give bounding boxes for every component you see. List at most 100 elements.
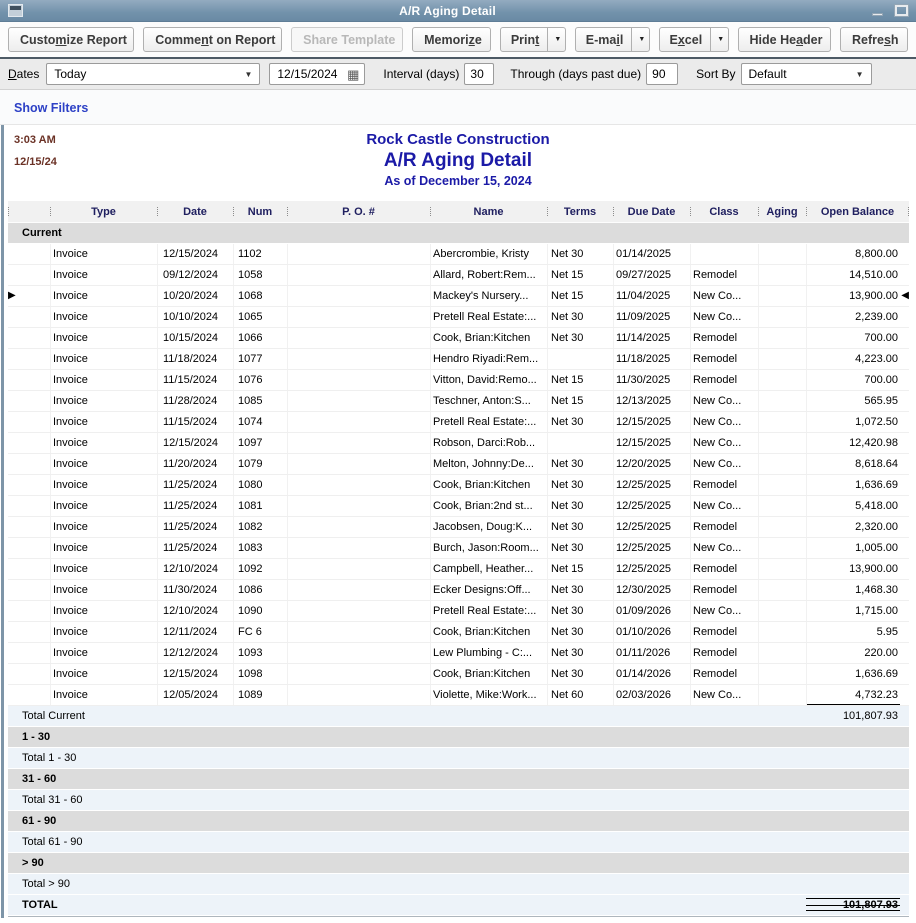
column-header-type[interactable]: Type <box>50 201 157 222</box>
table-row[interactable]: Invoice11/25/20241083Burch, Jason:Room..… <box>8 538 909 559</box>
table-row[interactable]: Invoice12/12/20241093Lew Plumbing - C:..… <box>8 643 909 664</box>
print-button[interactable]: Print▼ <box>500 27 566 52</box>
table-row[interactable]: Invoice10/15/20241066Cook, Brian:Kitchen… <box>8 328 909 349</box>
table-row[interactable]: Invoice11/25/20241082Jacobsen, Doug:K...… <box>8 517 909 538</box>
table-row[interactable]: Invoice09/12/20241058Allard, Robert:Rem.… <box>8 265 909 286</box>
cell-class: Remodel <box>690 475 758 495</box>
section-total-row[interactable]: Total 61 - 90 <box>8 832 909 853</box>
comment-on-report-button-label: Comment on Report <box>144 28 282 51</box>
chevron-down-icon[interactable]: ▼ <box>547 28 565 51</box>
selected-row-pointer-icon: ▶ <box>8 291 16 301</box>
cell-terms: Net 30 <box>547 244 613 264</box>
interval-days-value: 30 <box>470 67 483 81</box>
cell-type: Invoice <box>50 433 157 453</box>
cell-name: Cook, Brian:Kitchen <box>430 664 547 684</box>
cell-name: Robson, Darci:Rob... <box>430 433 547 453</box>
cell-name: Cook, Brian:Kitchen <box>430 622 547 642</box>
cell-terms: Net 30 <box>547 664 613 684</box>
dates-range-dropdown[interactable]: Today ▼ <box>46 63 260 85</box>
customize-report-button[interactable]: Customize Report <box>8 27 134 52</box>
table-row[interactable]: Invoice11/25/20241081Cook, Brian:2nd st.… <box>8 496 909 517</box>
hide-header-button[interactable]: Hide Header <box>738 27 831 52</box>
cell-type: Invoice <box>50 307 157 327</box>
table-row[interactable]: Invoice12/15/20241102Abercrombie, Kristy… <box>8 244 909 265</box>
table-row[interactable]: Invoice11/28/20241085Teschner, Anton:S..… <box>8 391 909 412</box>
through-days-field[interactable]: 90 <box>646 63 678 85</box>
minimize-icon[interactable] <box>872 13 883 16</box>
column-header-terms[interactable]: Terms <box>547 201 613 222</box>
section-total-row[interactable]: Total Current101,807.93 <box>8 706 909 727</box>
memorize-button[interactable]: Memorize <box>412 27 491 52</box>
cell-class: Remodel <box>690 643 758 663</box>
section-total-row[interactable]: Total 31 - 60 <box>8 790 909 811</box>
show-filters-link[interactable]: Show Filters <box>14 101 88 115</box>
interval-days-field[interactable]: 30 <box>464 63 494 85</box>
table-row[interactable]: Invoice11/25/20241080Cook, Brian:Kitchen… <box>8 475 909 496</box>
cell-class: New Co... <box>690 538 758 558</box>
cell-indent <box>8 328 50 348</box>
email-button-label: E-mail <box>576 28 632 51</box>
cell-terms: Net 15 <box>547 370 613 390</box>
calendar-icon[interactable]: ▦ <box>347 68 359 81</box>
table-row[interactable]: Invoice12/10/20241090Pretell Real Estate… <box>8 601 909 622</box>
cell-indent <box>8 622 50 642</box>
table-row[interactable]: Invoice12/11/2024FC 6Cook, Brian:Kitchen… <box>8 622 909 643</box>
cell-num: 1098 <box>233 664 287 684</box>
table-row[interactable]: Invoice11/20/20241079Melton, Johnny:De..… <box>8 454 909 475</box>
cell-balance: 700.00 <box>806 328 909 348</box>
window-menu-icon[interactable] <box>8 4 23 17</box>
column-header-date[interactable]: Date <box>157 201 233 222</box>
maximize-icon[interactable] <box>895 5 908 16</box>
column-header-name[interactable]: Name <box>430 201 547 222</box>
cell-due: 12/30/2025 <box>613 580 690 600</box>
table-row[interactable]: Invoice12/10/20241092Campbell, Heather..… <box>8 559 909 580</box>
table-row[interactable]: Invoice10/20/20241068Mackey's Nursery...… <box>8 286 909 307</box>
column-header-po[interactable]: P. O. # <box>287 201 430 222</box>
cell-num: 1065 <box>233 307 287 327</box>
column-header-aging[interactable]: Aging <box>758 201 806 222</box>
section-total-row[interactable]: Total > 90 <box>8 874 909 895</box>
cell-due: 01/09/2026 <box>613 601 690 621</box>
excel-button[interactable]: Excel▼ <box>659 27 729 52</box>
report-date-field[interactable]: 12/15/2024 ▦ <box>269 63 365 85</box>
table-row[interactable]: Invoice11/18/20241077Hendro Riyadi:Rem..… <box>8 349 909 370</box>
table-row[interactable]: Invoice12/15/20241098Cook, Brian:Kitchen… <box>8 664 909 685</box>
email-button[interactable]: E-mail▼ <box>575 27 650 52</box>
cell-date: 11/15/2024 <box>157 412 233 432</box>
cell-indent <box>8 244 50 264</box>
cell-class: New Co... <box>690 307 758 327</box>
cell-aging <box>758 391 806 411</box>
cell-terms: Net 30 <box>547 601 613 621</box>
table-row[interactable]: Invoice12/15/20241097Robson, Darci:Rob..… <box>8 433 909 454</box>
table-row[interactable]: Invoice11/30/20241086Ecker Designs:Off..… <box>8 580 909 601</box>
chevron-down-icon: ▼ <box>856 70 864 79</box>
cell-po <box>287 685 430 705</box>
cell-aging <box>758 265 806 285</box>
cell-po <box>287 601 430 621</box>
report-date-value: 12/15/2024 <box>277 67 337 81</box>
sortby-dropdown[interactable]: Default ▼ <box>741 63 872 85</box>
table-row[interactable]: Invoice11/15/20241076Vitton, David:Remo.… <box>8 370 909 391</box>
column-header-num[interactable]: Num <box>233 201 287 222</box>
chevron-down-icon[interactable]: ▼ <box>631 28 649 51</box>
table-row[interactable]: Invoice12/05/20241089Violette, Mike:Work… <box>8 685 909 706</box>
cell-num: 1102 <box>233 244 287 264</box>
cell-due: 01/14/2026 <box>613 664 690 684</box>
chevron-down-icon[interactable]: ▼ <box>710 28 728 51</box>
table-row[interactable]: Invoice10/10/20241065Pretell Real Estate… <box>8 307 909 328</box>
cell-name: Hendro Riyadi:Rem... <box>430 349 547 369</box>
refresh-button[interactable]: Refresh <box>840 27 908 52</box>
cell-num: 1066 <box>233 328 287 348</box>
column-header-class[interactable]: Class <box>690 201 758 222</box>
table-row[interactable]: Invoice11/15/20241074Pretell Real Estate… <box>8 412 909 433</box>
cell-type: Invoice <box>50 517 157 537</box>
cell-po <box>287 538 430 558</box>
cell-num: 1093 <box>233 643 287 663</box>
cell-type: Invoice <box>50 265 157 285</box>
comment-on-report-button[interactable]: Comment on Report <box>143 27 282 52</box>
section-total-row[interactable]: Total 1 - 30 <box>8 748 909 769</box>
column-header-balance[interactable]: Open Balance <box>806 201 909 222</box>
column-header-due[interactable]: Due Date <box>613 201 690 222</box>
section-header: 31 - 60 <box>8 769 909 790</box>
report-bottom-rule <box>8 916 909 917</box>
